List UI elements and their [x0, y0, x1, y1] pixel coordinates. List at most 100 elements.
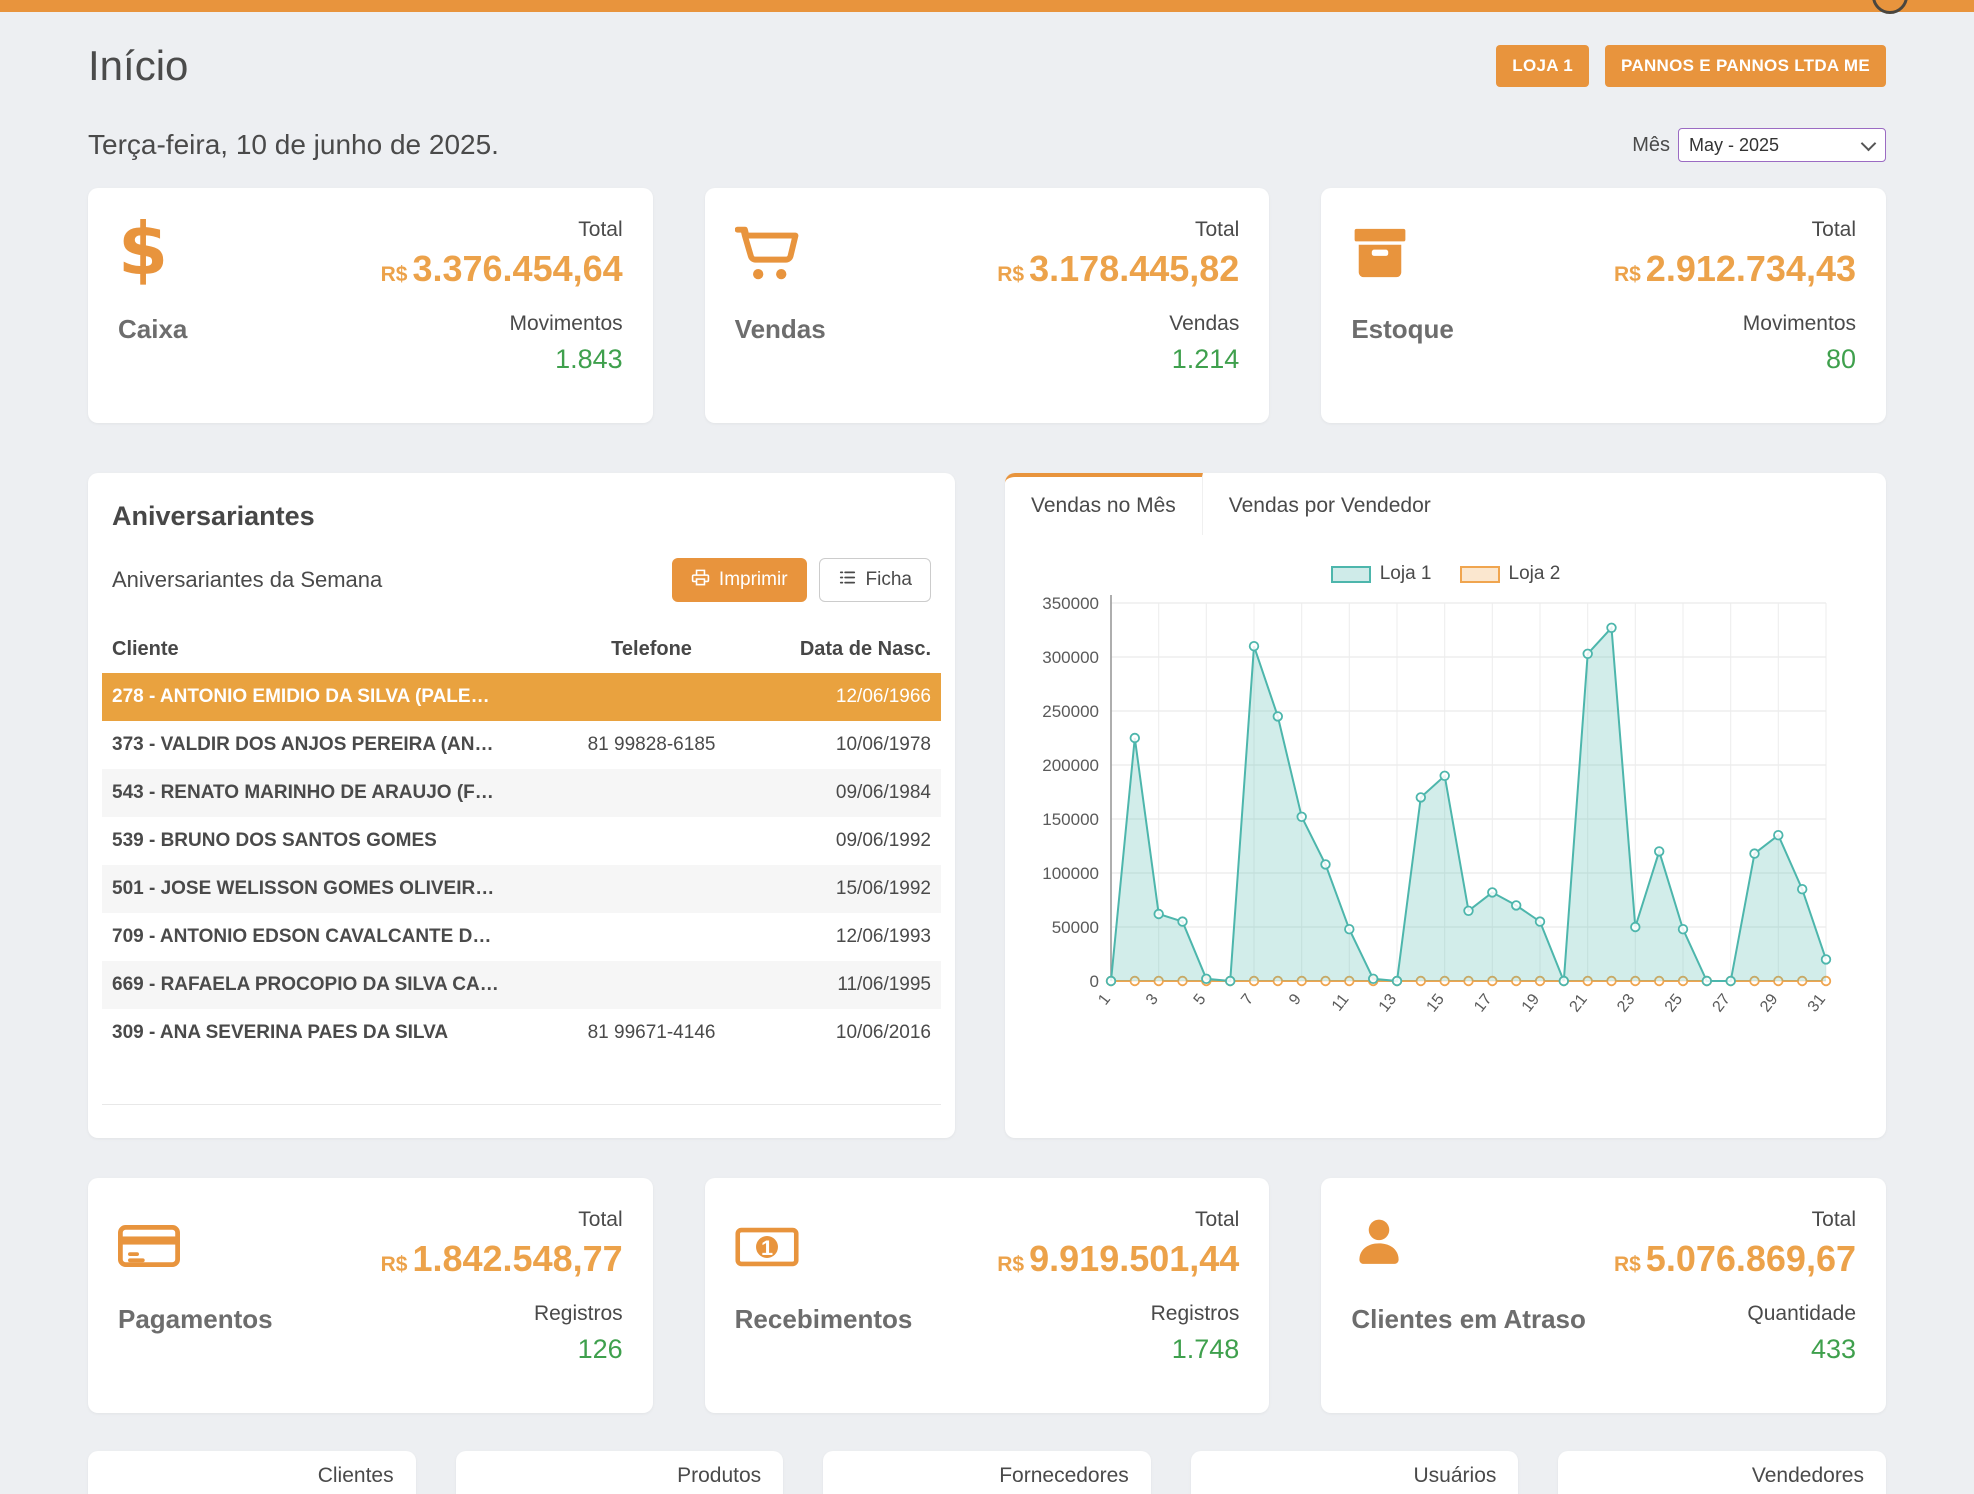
telefone-cell [538, 913, 765, 961]
cliente-cell: 501 - JOSE WELISSON GOMES OLIVEIR… [102, 865, 538, 913]
total-label: Total [273, 1208, 623, 1232]
legend-item-loja-1[interactable]: Loja 1 [1331, 563, 1432, 585]
svg-text:1: 1 [761, 1235, 773, 1260]
svg-text:27: 27 [1709, 991, 1733, 1016]
svg-text:21: 21 [1566, 991, 1590, 1016]
tab-vendas-no-mes[interactable]: Vendas no Mês [1005, 473, 1203, 535]
nasc-cell: 15/06/1992 [765, 865, 941, 913]
legend-swatch [1331, 566, 1371, 583]
ficha-button-label: Ficha [866, 569, 912, 591]
total-value: R$5.076.869,67 [1586, 1238, 1856, 1280]
nasc-cell: 12/06/1993 [765, 913, 941, 961]
page-title: Início [88, 42, 188, 90]
month-select[interactable]: May - 2025 [1678, 128, 1886, 162]
telefone-cell [538, 961, 765, 1009]
ficha-button[interactable]: Ficha [819, 558, 931, 602]
month-label: Mês [1632, 134, 1670, 157]
dollar-icon: $ [118, 218, 168, 280]
svg-text:1: 1 [1095, 991, 1114, 1009]
column-header-cliente: Cliente [102, 626, 538, 673]
money-bill-icon: 1 [735, 1208, 799, 1270]
count-label: Vendas [826, 312, 1240, 336]
svg-text:250000: 250000 [1042, 702, 1099, 721]
month-select-wrap: May - 2025 [1678, 128, 1886, 162]
table-row[interactable]: 669 - RAFAELA PROCOPIO DA SILVA CA… 11/0… [102, 961, 941, 1009]
table-row[interactable]: 373 - VALDIR DOS ANJOS PEREIRA (AN… 81 9… [102, 721, 941, 769]
cliente-cell: 539 - BRUNO DOS SANTOS GOMES [102, 817, 538, 865]
mini-card-label: Fornecedores [845, 1464, 1129, 1488]
stat-card-estoque: Estoque Total R$2.912.734,43 Movimentos … [1321, 188, 1886, 423]
total-value: R$1.842.548,77 [273, 1238, 623, 1280]
telefone-cell [538, 673, 765, 721]
svg-text:17: 17 [1471, 991, 1495, 1016]
chart-legend: Loja 1 Loja 2 [1005, 563, 1886, 585]
total-label: Total [187, 218, 622, 242]
current-date: Terça-feira, 10 de junho de 2025. [88, 129, 499, 161]
nasc-cell: 10/06/2016 [765, 1009, 941, 1057]
sales-panel: Vendas no Mês Vendas por Vendedor Loja 1… [1005, 473, 1886, 1138]
cliente-cell: 543 - RENATO MARINHO DE ARAUJO (F… [102, 769, 538, 817]
svg-text:350000: 350000 [1042, 594, 1099, 613]
mini-card-label: Produtos [478, 1464, 762, 1488]
mini-cards-row: Clientes Produtos Fornecedores Usuários Vend… [88, 1451, 1886, 1494]
stat-card-clientes-em-atraso: Clientes em Atraso Total R$5.076.869,67 … [1321, 1178, 1886, 1413]
stat-card-pagamentos: Pagamentos Total R$1.842.548,77 Registro… [88, 1178, 653, 1413]
sales-chart: 0500001000001500002000002500003000003500… [1015, 591, 1868, 1061]
store-badge[interactable]: LOJA 1 [1496, 45, 1589, 87]
month-picker: Mês May - 2025 [1632, 128, 1886, 162]
count-label: Movimentos [187, 312, 622, 336]
table-row[interactable]: 539 - BRUNO DOS SANTOS GOMES 09/06/1992 [102, 817, 941, 865]
total-value: R$2.912.734,43 [1454, 248, 1856, 290]
count-label: Quantidade [1586, 1302, 1856, 1326]
svg-text:100000: 100000 [1042, 864, 1099, 883]
table-row[interactable]: 278 - ANTONIO EMIDIO DA SILVA (PALE… 12/… [102, 673, 941, 721]
stats-row-top: $ Caixa Total R$3.376.454,64 Movimentos … [88, 188, 1886, 423]
nasc-cell: 09/06/1992 [765, 817, 941, 865]
count-label: Registros [912, 1302, 1239, 1326]
printer-icon [691, 568, 710, 593]
total-value: R$9.919.501,44 [912, 1238, 1239, 1280]
total-label: Total [1454, 218, 1856, 242]
stat-card-label: Estoque [1351, 314, 1454, 345]
total-label: Total [912, 1208, 1239, 1232]
telefone-cell [538, 817, 765, 865]
nasc-cell: 11/06/1995 [765, 961, 941, 1009]
birthdays-subtitle: Aniversariantes da Semana [112, 567, 382, 593]
telefone-cell: 81 99671-4146 [538, 1009, 765, 1057]
svg-text:23: 23 [1614, 991, 1638, 1016]
user-avatar[interactable] [1872, 0, 1908, 14]
svg-text:7: 7 [1238, 991, 1257, 1009]
svg-text:13: 13 [1376, 991, 1400, 1016]
print-button-label: Imprimir [719, 569, 788, 591]
count-value: 126 [273, 1334, 623, 1365]
telefone-cell: 81 99828-6185 [538, 721, 765, 769]
sales-tabs: Vendas no Mês Vendas por Vendedor [1005, 473, 1886, 535]
legend-swatch [1460, 566, 1500, 583]
svg-text:3: 3 [1143, 991, 1162, 1009]
table-row[interactable]: 709 - ANTONIO EDSON CAVALCANTE D… 12/06/… [102, 913, 941, 961]
table-row[interactable]: 309 - ANA SEVERINA PAES DA SILVA 81 9967… [102, 1009, 941, 1057]
count-value: 80 [1454, 344, 1856, 375]
top-navbar [0, 0, 1974, 12]
mini-card-label: Clientes [110, 1464, 394, 1488]
legend-item-loja-2[interactable]: Loja 2 [1460, 563, 1561, 585]
company-badge[interactable]: PANNOS E PANNOS LTDA ME [1605, 45, 1886, 87]
birthdays-panel-footer [102, 1104, 941, 1138]
stat-card-label: Clientes em Atraso [1351, 1304, 1586, 1335]
stats-row-bottom: Pagamentos Total R$1.842.548,77 Registro… [88, 1178, 1886, 1413]
tab-vendas-por-vendedor[interactable]: Vendas por Vendedor [1203, 473, 1457, 535]
mini-card-vendedores: Vendedores [1558, 1451, 1886, 1494]
stat-card-vendas: Vendas Total R$3.178.445,82 Vendas 1.214 [705, 188, 1270, 423]
mini-card-label: Usuários [1213, 1464, 1497, 1488]
svg-text:200000: 200000 [1042, 756, 1099, 775]
table-row[interactable]: 501 - JOSE WELISSON GOMES OLIVEIR… 15/06… [102, 865, 941, 913]
svg-text:0: 0 [1090, 972, 1099, 991]
cliente-cell: 309 - ANA SEVERINA PAES DA SILVA [102, 1009, 538, 1057]
nasc-cell: 12/06/1966 [765, 673, 941, 721]
mini-card-clientes: Clientes [88, 1451, 416, 1494]
credit-card-icon [118, 1208, 180, 1270]
svg-text:300000: 300000 [1042, 648, 1099, 667]
print-button[interactable]: Imprimir [672, 558, 807, 602]
table-row[interactable]: 543 - RENATO MARINHO DE ARAUJO (F… 09/06… [102, 769, 941, 817]
birthdays-panel: Aniversariantes Aniversariantes da Seman… [88, 473, 955, 1138]
